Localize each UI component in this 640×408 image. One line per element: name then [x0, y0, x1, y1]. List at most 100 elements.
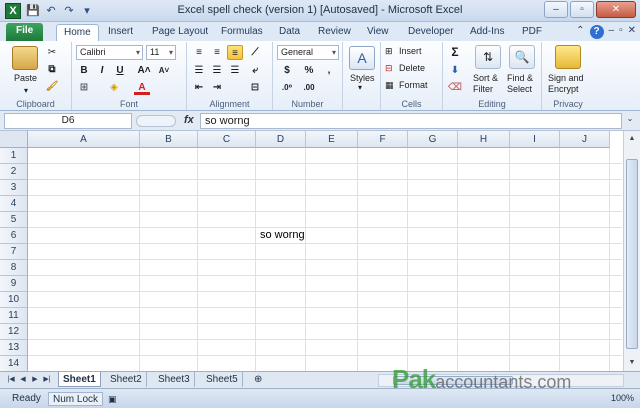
increase-decimal-icon[interactable]: .0⁰ — [279, 80, 295, 95]
align-left-icon[interactable]: ☰ — [191, 63, 207, 78]
align-center-icon[interactable]: ☰ — [209, 63, 225, 78]
formula-input[interactable]: so worng — [200, 113, 622, 129]
decrease-indent-icon[interactable]: ⇤ — [191, 80, 207, 95]
delete-cells-icon[interactable]: ⊟ — [385, 63, 393, 74]
fill-color-icon[interactable]: ◈ — [106, 80, 122, 95]
currency-button[interactable]: $ — [279, 63, 295, 78]
font-size-select[interactable]: 11 — [146, 45, 176, 60]
wrap-text-icon[interactable]: ⤶ — [247, 63, 263, 78]
last-sheet-icon[interactable]: ▶| — [42, 374, 52, 386]
macro-record-icon[interactable]: ▣ — [104, 392, 121, 406]
column-header-j[interactable]: J — [560, 131, 610, 148]
find-select-icon[interactable]: 🔍 — [509, 45, 535, 69]
doc-minimize-icon[interactable]: – — [609, 25, 615, 39]
filter-label[interactable]: Filter — [473, 84, 493, 94]
delete-cells-button[interactable]: Delete — [399, 63, 425, 73]
comma-button[interactable]: , — [321, 63, 337, 78]
first-sheet-icon[interactable]: |◀ — [6, 374, 16, 386]
shrink-font-icon[interactable]: A˅ — [156, 63, 172, 78]
doc-restore-icon[interactable]: ▫ — [619, 25, 623, 39]
orientation-icon[interactable]: ⟋ — [247, 45, 263, 60]
grow-font-icon[interactable]: A˄ — [136, 63, 152, 78]
tab-review[interactable]: Review — [311, 24, 358, 41]
row-header-13[interactable]: 13 — [0, 340, 28, 356]
expand-formula-bar-icon[interactable]: ⌄ — [624, 114, 636, 128]
insert-cells-icon[interactable]: ⊞ — [385, 46, 393, 57]
name-box[interactable]: D6 — [4, 113, 132, 129]
column-header-c[interactable]: C — [198, 131, 256, 148]
font-name-select[interactable]: Calibri — [76, 45, 143, 60]
autosum-button[interactable]: Σ — [447, 45, 463, 60]
tab-page-layout[interactable]: Page Layout — [145, 24, 215, 41]
sort-label[interactable]: Sort & — [473, 73, 498, 83]
decrease-decimal-icon[interactable]: .00 — [301, 80, 317, 95]
number-format-select[interactable]: General — [277, 45, 339, 60]
scroll-down-icon[interactable]: ▼ — [626, 357, 638, 369]
underline-button[interactable]: U — [112, 63, 128, 78]
row-header-1[interactable]: 1 — [0, 148, 28, 164]
sheet-tab-sheet2[interactable]: Sheet2 — [106, 372, 147, 387]
select-all-button[interactable] — [0, 131, 28, 148]
sort-filter-icon[interactable]: ⇅ — [475, 45, 501, 69]
cell-d6[interactable]: so worng — [260, 229, 305, 241]
sign-encrypt-icon[interactable] — [555, 45, 581, 69]
paste-icon[interactable] — [12, 46, 38, 70]
row-header-9[interactable]: 9 — [0, 276, 28, 292]
tab-developer[interactable]: Developer — [401, 24, 461, 41]
tab-file[interactable]: File — [6, 23, 44, 41]
insert-function-button[interactable]: fx — [184, 114, 194, 126]
scroll-up-icon[interactable]: ▲ — [626, 133, 638, 145]
tab-formulas[interactable]: Formulas — [214, 24, 270, 41]
column-header-d[interactable]: D — [256, 131, 306, 148]
bold-button[interactable]: B — [76, 63, 92, 78]
tab-insert[interactable]: Insert — [101, 24, 140, 41]
cut-icon[interactable]: ✂ — [44, 45, 60, 60]
format-cells-button[interactable]: Format — [399, 80, 428, 90]
align-right-icon[interactable]: ☰ — [227, 63, 243, 78]
close-button[interactable]: ✕ — [596, 1, 636, 18]
row-header-8[interactable]: 8 — [0, 260, 28, 276]
sheet-tab-sheet1[interactable]: Sheet1 — [58, 372, 101, 387]
sheet-tab-sheet3[interactable]: Sheet3 — [154, 372, 195, 387]
minimize-ribbon-icon[interactable]: ⌃ — [576, 25, 584, 39]
tab-view[interactable]: View — [360, 24, 396, 41]
vertical-scroll-thumb[interactable] — [626, 159, 638, 349]
help-icon[interactable]: ? — [589, 25, 604, 39]
clear-icon[interactable]: ⌫ — [447, 80, 463, 95]
sign-label[interactable]: Sign and — [548, 73, 584, 83]
format-cells-icon[interactable]: ▦ — [385, 80, 394, 91]
restore-button[interactable]: ▫ — [570, 1, 594, 18]
next-sheet-icon[interactable]: ▶ — [30, 374, 40, 386]
row-header-11[interactable]: 11 — [0, 308, 28, 324]
row-header-12[interactable]: 12 — [0, 324, 28, 340]
row-header-2[interactable]: 2 — [0, 164, 28, 180]
align-bottom-icon[interactable]: ≡ — [227, 45, 243, 60]
tab-home[interactable]: Home — [56, 24, 99, 41]
row-header-4[interactable]: 4 — [0, 196, 28, 212]
font-color-icon[interactable]: A — [134, 80, 150, 95]
increase-indent-icon[interactable]: ⇥ — [209, 80, 225, 95]
column-header-a[interactable]: A — [28, 131, 140, 148]
tab-add-ins[interactable]: Add-Ins — [463, 24, 511, 41]
tab-pdf[interactable]: PDF — [515, 24, 549, 41]
vertical-scrollbar[interactable]: ▲ ▼ — [623, 131, 640, 371]
align-top-icon[interactable]: ≡ — [191, 45, 207, 60]
borders-icon[interactable]: ⊞ — [76, 80, 92, 95]
select-label[interactable]: Select — [507, 84, 532, 94]
zoom-level[interactable]: 100% — [611, 393, 634, 403]
column-header-e[interactable]: E — [306, 131, 358, 148]
worksheet-grid[interactable]: ABCDEFGHIJ 1 2 3 4 5 6 7 8 9 10 11 12 13 14 so worng … — [0, 131, 640, 372]
insert-cells-button[interactable]: Insert — [399, 46, 422, 56]
column-header-f[interactable]: F — [358, 131, 408, 148]
sheet-tab-sheet5[interactable]: Sheet5 — [202, 372, 243, 387]
styles-label[interactable]: Styles — [350, 73, 375, 83]
doc-close-icon[interactable]: ✕ — [628, 25, 636, 39]
row-header-14[interactable]: 14 — [0, 356, 28, 372]
column-header-b[interactable]: B — [140, 131, 198, 148]
column-header-i[interactable]: I — [510, 131, 560, 148]
column-header-h[interactable]: H — [458, 131, 510, 148]
find-label[interactable]: Find & — [507, 73, 533, 83]
copy-icon[interactable]: ⧉ — [44, 62, 60, 77]
align-middle-icon[interactable]: ≡ — [209, 45, 225, 60]
format-painter-icon[interactable]: 🖌 — [44, 79, 60, 94]
